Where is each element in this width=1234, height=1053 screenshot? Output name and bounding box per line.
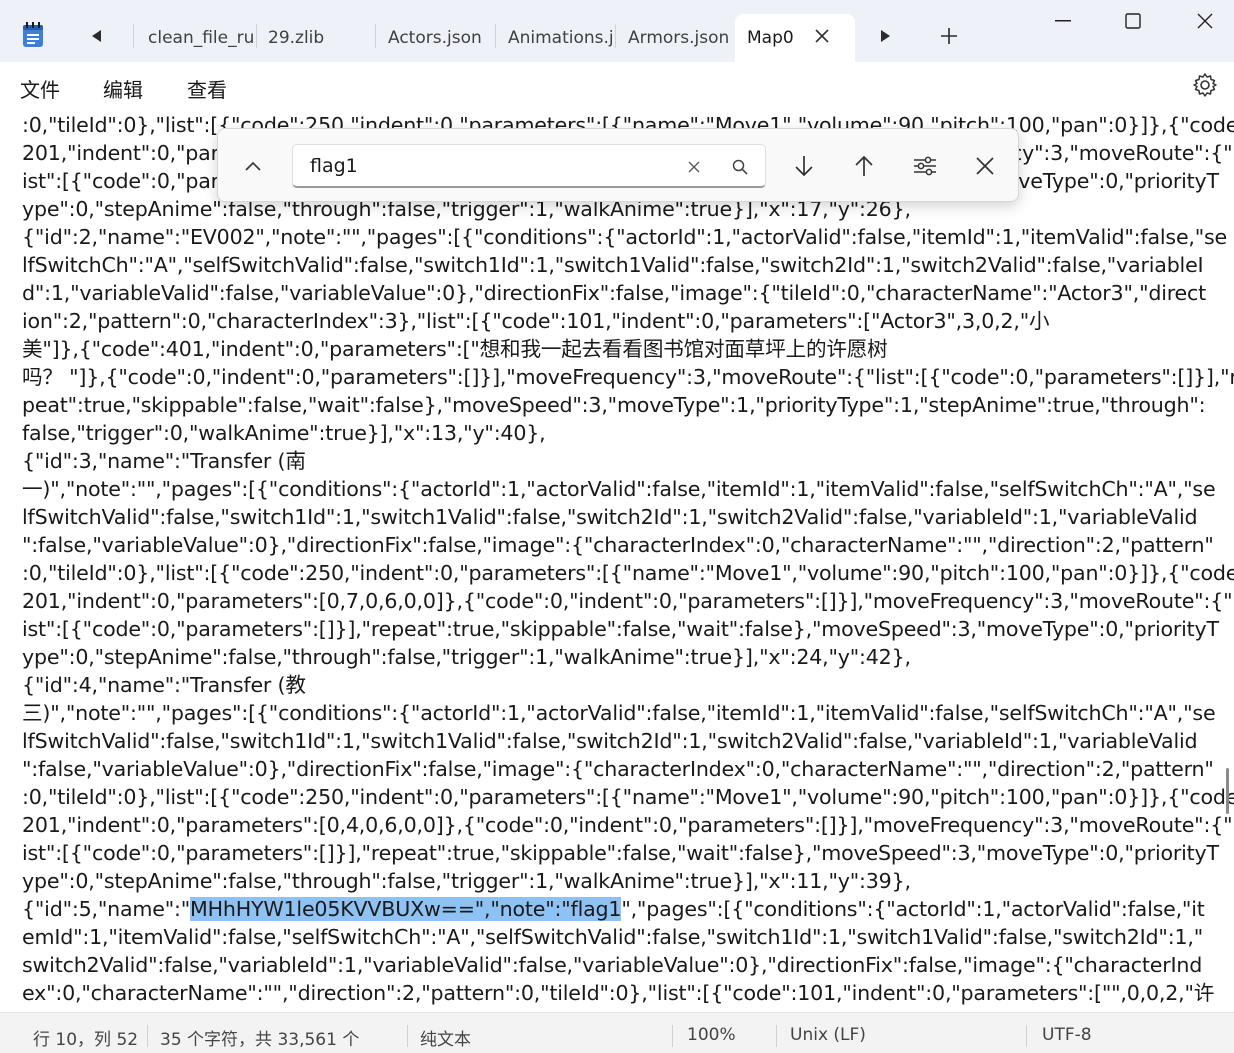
find-bar <box>217 128 1019 202</box>
tab-actors-json[interactable]: Actors.json <box>376 14 494 62</box>
status-file-format: 纯文本 <box>420 1030 471 1050</box>
editor-line: 吗？ "]},{"code":0,"indent":0,"parameters"… <box>22 365 1234 389</box>
menu-file[interactable]: 文件 <box>20 74 60 103</box>
selection-highlight: MHhHYW1le05KVVBUXw==","note":"flag1 <box>190 897 622 921</box>
editor-line: ex":0,"characterName":"","direction":2,"… <box>22 981 1215 1005</box>
line-text-before-selection: {"id":5,"name":" <box>22 897 190 921</box>
menu-edit[interactable]: 编辑 <box>103 74 143 103</box>
notepad-app-icon <box>22 22 44 48</box>
editor-line: 美"]},{"code":401,"indent":0,"parameters"… <box>22 337 888 361</box>
editor-line: 201,"indent":0,"parameters":[0,4,0,6,0,0… <box>22 813 1234 837</box>
tab-29-zlib[interactable]: 29.zlib <box>256 14 374 62</box>
editor-line: :0,"tileId":0},"list":[{"code":250,"inde… <box>22 785 1234 809</box>
tab-label: clean_file_ru <box>148 28 254 48</box>
tab-clean-file-ru[interactable]: clean_file_ru <box>136 14 254 62</box>
menu-view[interactable]: 查看 <box>187 74 227 103</box>
tab-label: 29.zlib <box>268 28 325 48</box>
menu-bar: 文件 编辑 查看 <box>0 62 1234 110</box>
tab-label: Actors.json <box>388 28 482 48</box>
editor-line: emId":1,"itemValid":false,"selfSwitchCh"… <box>22 925 1203 949</box>
editor-line: false,"trigger":0,"walkAnime":true}],"x"… <box>22 421 546 445</box>
status-line-ending[interactable]: Unix (LF) <box>790 1025 866 1045</box>
editor-line: ist":[{"code":0,"parameters":[]}],"repea… <box>22 841 1219 865</box>
status-separator <box>672 1025 673 1047</box>
editor-line: ion":2,"pattern":0,"characterIndex":3},"… <box>22 309 1050 333</box>
status-zoom-level[interactable]: 100% <box>687 1025 736 1045</box>
tab-map0[interactable]: Map0 <box>735 14 855 62</box>
status-separator <box>147 1025 148 1047</box>
close-window-icon[interactable] <box>1180 6 1230 36</box>
minimize-icon[interactable] <box>1038 6 1088 36</box>
editor-line: ":false,"variableValue":0},"directionFix… <box>22 757 1214 781</box>
status-separator <box>1026 1025 1027 1047</box>
text-editor[interactable]: :0,"tileId":0},"list":[{"code":250,"inde… <box>0 110 1234 1012</box>
editor-line: {"id":4,"name":"Transfer (教 <box>22 673 306 697</box>
editor-line: d":1,"variableValid":false,"variableValu… <box>22 281 1207 305</box>
tab-label: Animations.j <box>508 28 614 48</box>
editor-line: lfSwitchValid":false,"switch1Id":1,"swit… <box>22 505 1198 529</box>
status-separator <box>776 1025 777 1047</box>
status-character-count: 35 个字符，共 33,561 个 <box>160 1030 360 1050</box>
clear-search-icon[interactable] <box>682 155 706 179</box>
editor-line: lfSwitchCh":"A","selfSwitchValid":false,… <box>22 253 1204 277</box>
search-icon[interactable] <box>728 155 752 179</box>
tab-armors-json[interactable]: Armors.json <box>616 14 734 62</box>
editor-line: switch2Valid":false,"variableId":1,"vari… <box>22 953 1203 977</box>
find-previous-arrow-up-icon[interactable] <box>847 149 881 183</box>
maximize-icon[interactable] <box>1108 6 1158 36</box>
line-text-after-selection: ","pages":[{"conditions":{"actorId":1,"a… <box>621 897 1205 921</box>
editor-line-selected: {"id":5,"name":"MHhHYW1le05KVVBUXw==","n… <box>22 895 1205 923</box>
new-tab-plus-icon[interactable] <box>935 22 963 50</box>
editor-line: {"id":3,"name":"Transfer (南 <box>22 449 306 473</box>
editor-line: {"id":2,"name":"EV002","note":"","pages"… <box>22 225 1228 249</box>
status-separator <box>407 1025 408 1047</box>
status-bar: 行 10，列 52 35 个字符，共 33,561 个 纯文本 100% Uni… <box>0 1012 1234 1053</box>
close-tab-icon[interactable] <box>812 26 832 46</box>
toggle-replace-chevron-up-icon[interactable] <box>238 151 268 181</box>
editor-line: lfSwitchValid":false,"switch1Id":1,"swit… <box>22 729 1198 753</box>
title-bar: clean_file_ru 29.zlib Actors.json Animat… <box>0 0 1234 62</box>
editor-line: 三)","note":"","pages":[{"conditions":{"a… <box>22 701 1216 725</box>
find-next-arrow-down-icon[interactable] <box>787 149 821 183</box>
editor-line: ist":[{"code":0,"parameters":[]}],"repea… <box>22 617 1219 641</box>
editor-line: ype":0,"stepAnime":false,"through":false… <box>22 645 911 669</box>
tab-animations-json[interactable]: Animations.j <box>496 14 614 62</box>
editor-line: peat":true,"skippable":false,"wait":fals… <box>22 393 1206 417</box>
status-encoding[interactable]: UTF-8 <box>1042 1025 1092 1045</box>
editor-line: :0,"tileId":0},"list":[{"code":250,"inde… <box>22 561 1234 585</box>
close-find-icon[interactable] <box>968 149 1002 183</box>
tab-label: Armors.json <box>628 28 730 48</box>
vertical-scrollbar[interactable] <box>1226 768 1229 814</box>
editor-line: ype":0,"stepAnime":false,"through":false… <box>22 869 911 893</box>
editor-line: 一)","note":"","pages":[{"conditions":{"a… <box>22 477 1216 501</box>
editor-line: 201,"indent":0,"parameters":[0,7,0,6,0,0… <box>22 589 1234 613</box>
scroll-tabs-right-icon[interactable] <box>871 22 899 50</box>
status-cursor-position: 行 10，列 52 <box>33 1030 139 1050</box>
editor-line: ":false,"variableValue":0},"directionFix… <box>22 533 1214 557</box>
tab-separator <box>133 24 134 48</box>
scroll-tabs-left-icon[interactable] <box>83 22 111 50</box>
tab-label: Map0 <box>747 28 794 48</box>
find-options-sliders-icon[interactable] <box>908 149 942 183</box>
settings-gear-icon[interactable] <box>1192 72 1218 98</box>
